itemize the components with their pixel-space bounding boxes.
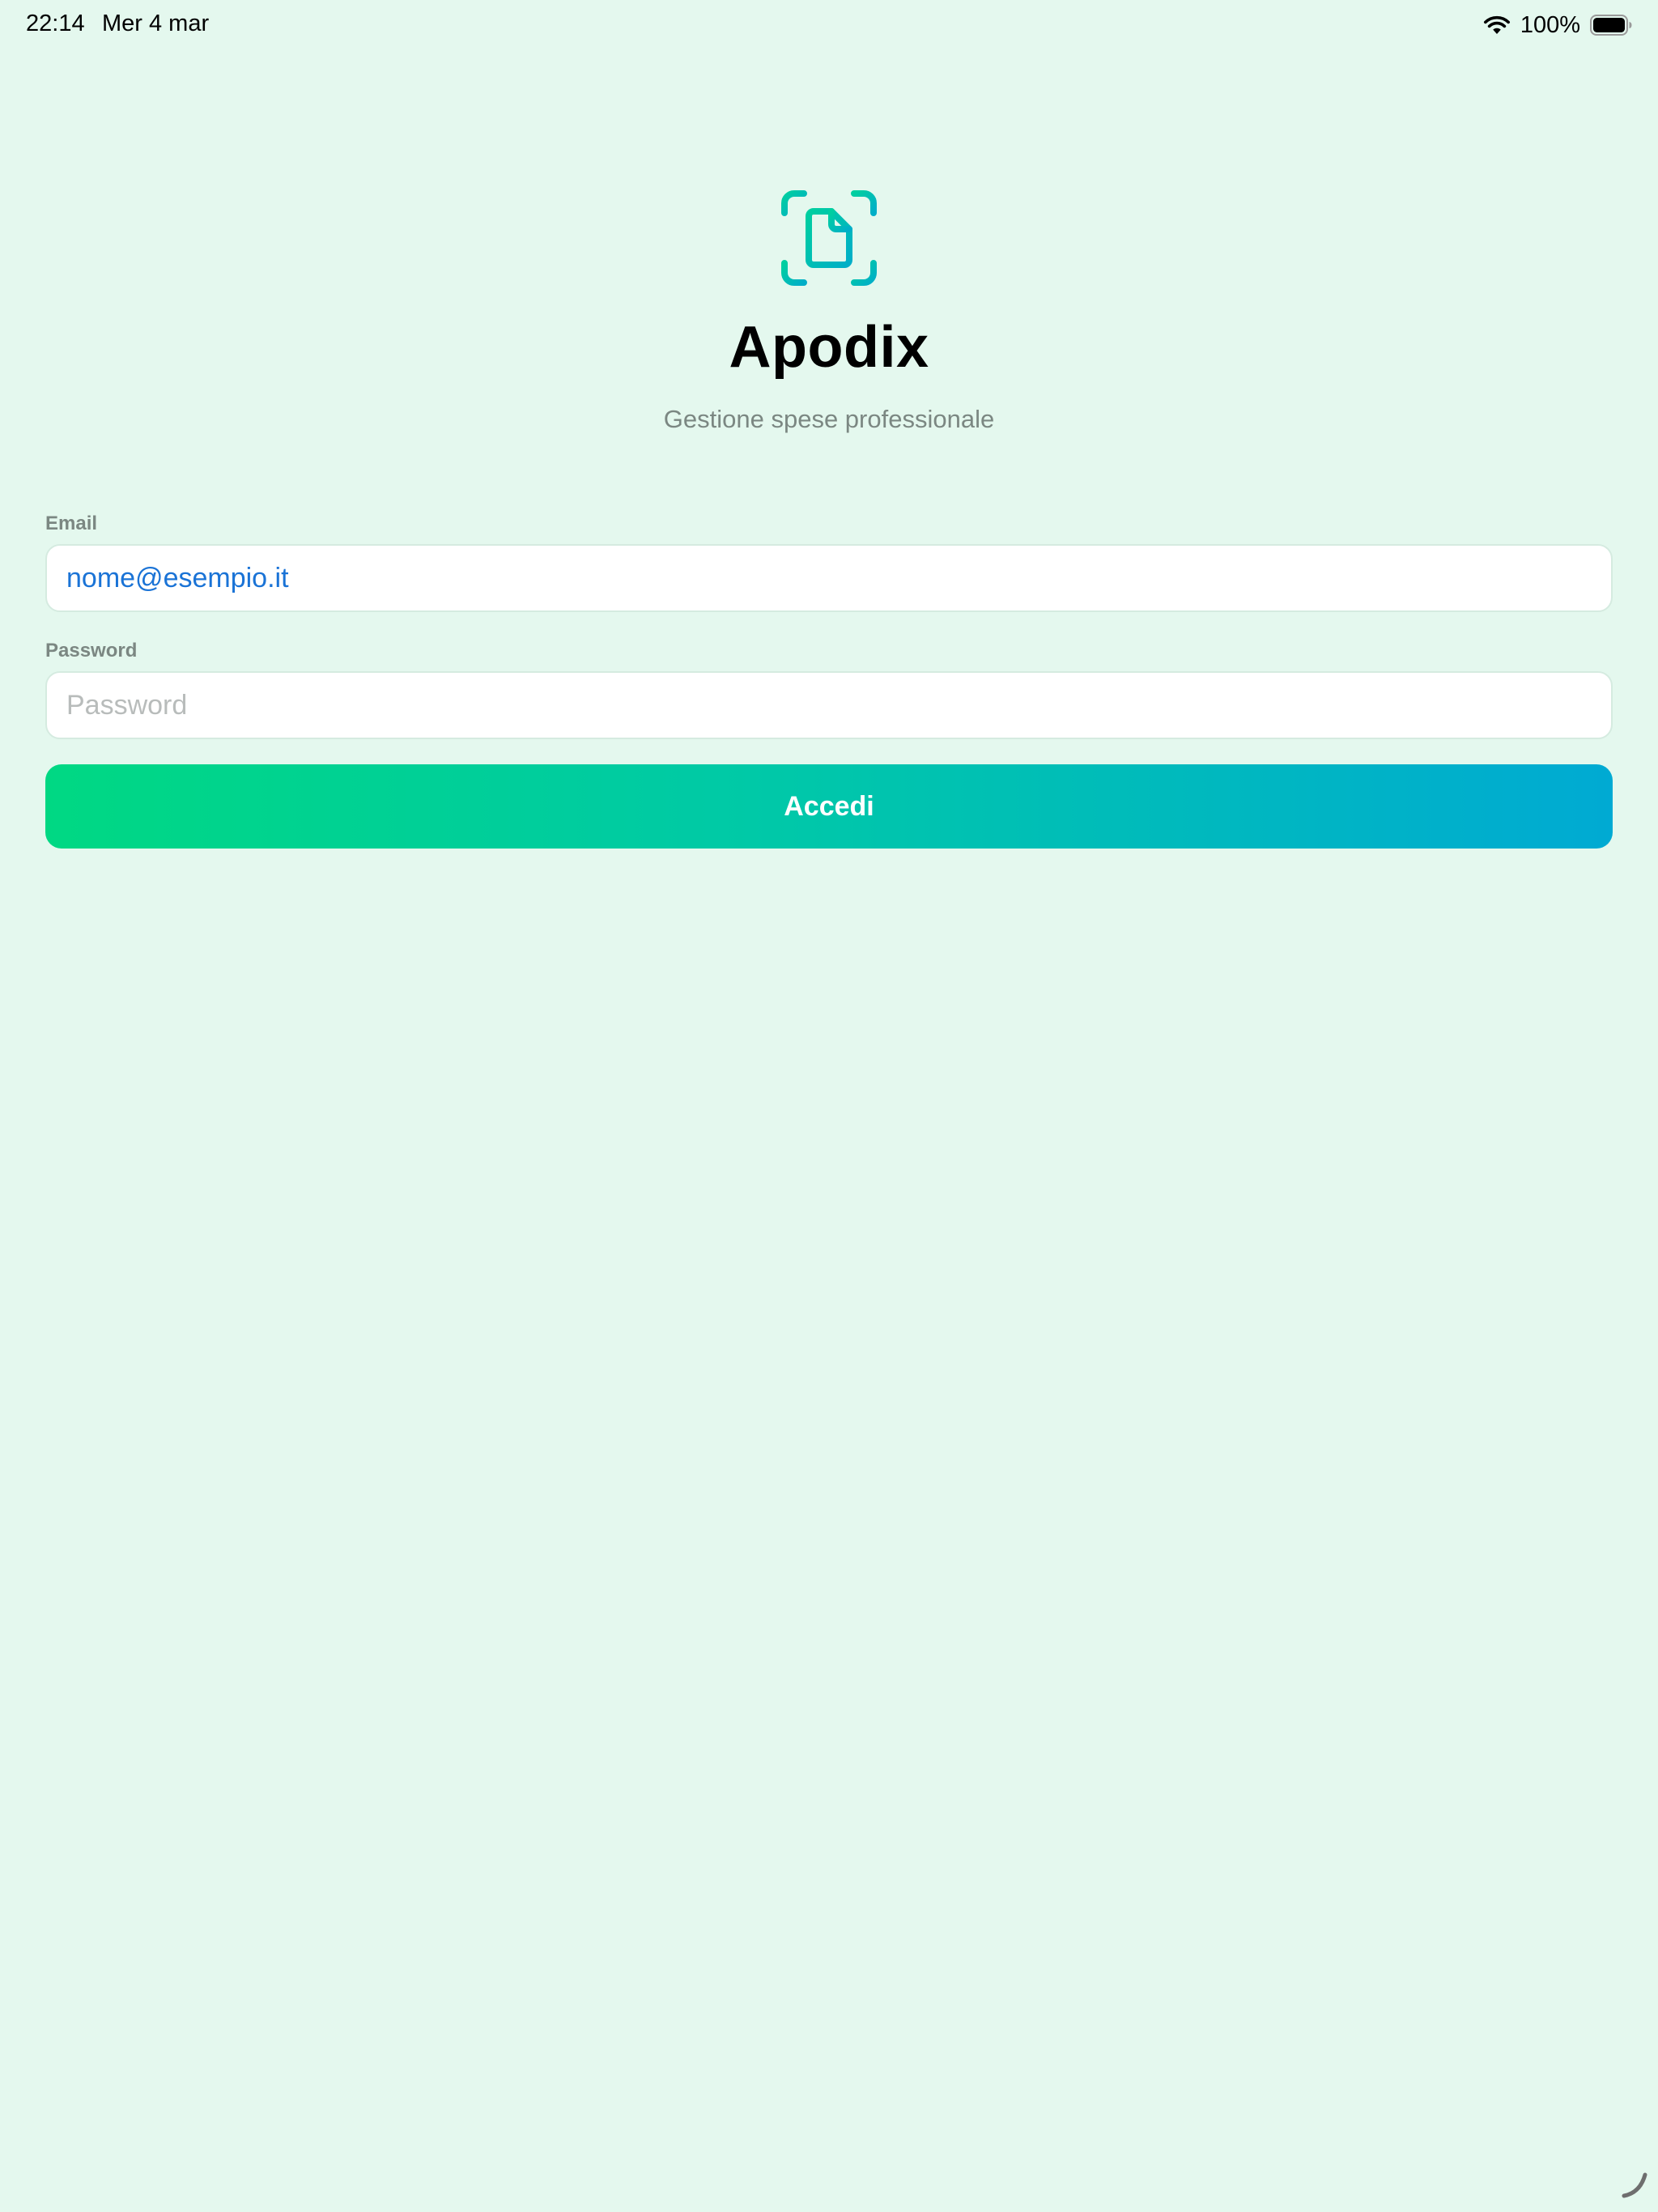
app-title: Apodix	[729, 315, 929, 380]
status-date: Mer 4 mar	[102, 11, 210, 36]
email-field[interactable]	[45, 544, 1613, 612]
email-label: Email	[45, 513, 98, 534]
app-subtitle: Gestione spese professionale	[663, 405, 995, 433]
login-button[interactable]: Accedi	[45, 764, 1613, 849]
login-screen: 22:14 Mer 4 mar 100% Apodix Gestione spe…	[0, 0, 1658, 2212]
password-label: Password	[45, 640, 138, 661]
document-scan-icon	[781, 190, 877, 286]
wifi-icon	[1483, 15, 1510, 34]
status-bar: 22:14 Mer 4 mar 100%	[0, 0, 1658, 50]
status-time: 22:14	[26, 11, 85, 36]
resize-handle-icon[interactable]	[1621, 2170, 1650, 2199]
battery-icon	[1590, 15, 1632, 36]
password-field[interactable]	[45, 671, 1613, 739]
status-indicators: 100%	[1483, 11, 1632, 40]
battery-percentage: 100%	[1520, 11, 1580, 38]
